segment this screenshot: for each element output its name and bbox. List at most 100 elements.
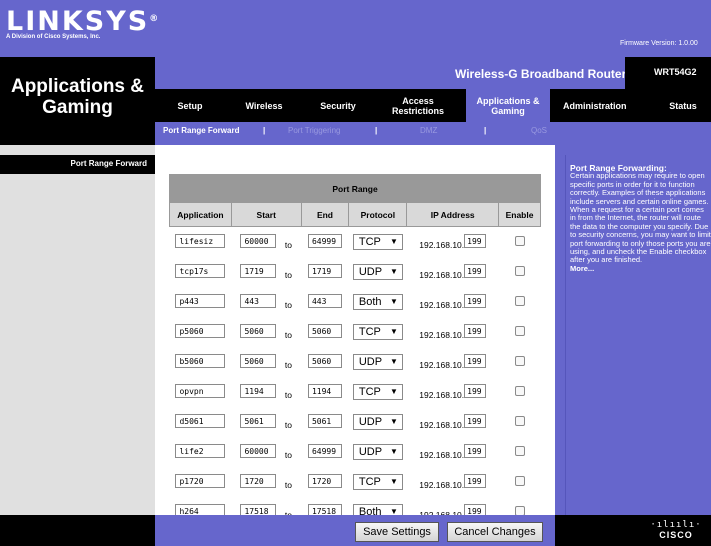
ip-last-octet-input[interactable]: 199 <box>464 443 487 458</box>
ip-last-octet-input[interactable]: 199 <box>464 473 487 488</box>
tab-administration[interactable]: Administration <box>563 89 648 122</box>
start-port-input[interactable]: 60000 <box>240 443 277 458</box>
help-text: Port Range Forwarding: Certain applicati… <box>570 164 711 273</box>
protocol-select[interactable]: UDP ▼ <box>352 413 403 430</box>
end-port-input[interactable]: 1720 <box>307 473 342 488</box>
ip-last-octet-input[interactable]: 199 <box>464 263 487 278</box>
chevron-down-icon: ▼ <box>389 386 398 396</box>
subtab-port-range-forward[interactable]: Port Range Forward <box>163 126 239 135</box>
enable-checkbox[interactable] <box>514 445 525 456</box>
col-ip-address: IP Address <box>406 202 500 227</box>
tab-setup[interactable]: Setup <box>155 89 225 122</box>
ip-prefix: 192.168.10. <box>419 389 465 400</box>
chevron-down-icon: ▼ <box>389 446 398 456</box>
tab-applications-gaming[interactable]: Applications & Gaming <box>466 89 550 122</box>
chevron-down-icon: ▼ <box>389 236 398 246</box>
ip-last-octet-input[interactable]: 199 <box>464 233 487 248</box>
ip-prefix: 192.168.10. <box>419 479 465 490</box>
start-port-input[interactable]: 5061 <box>240 413 277 428</box>
application-name-input[interactable]: tcp17s <box>175 263 226 278</box>
table-row: life2 60000 to 64999 UDP ▼ 192.168.10. 199 <box>169 436 541 467</box>
save-settings-button[interactable]: Save Settings <box>355 522 439 542</box>
tab-security[interactable]: Security <box>303 89 373 122</box>
protocol-select[interactable]: TCP ▼ <box>352 383 403 400</box>
enable-checkbox[interactable] <box>514 325 525 336</box>
enable-checkbox[interactable] <box>514 355 525 366</box>
subtab-dmz[interactable]: DMZ <box>420 126 437 135</box>
chevron-down-icon: ▼ <box>389 416 398 426</box>
table-row: opvpn 1194 to 1194 TCP ▼ 192.168.10. 199 <box>169 376 541 407</box>
application-name-input[interactable]: p1720 <box>175 473 226 488</box>
subtab-port-triggering[interactable]: Port Triggering <box>288 126 340 135</box>
end-port-input[interactable]: 64999 <box>307 443 342 458</box>
application-name-input[interactable]: life2 <box>175 443 226 458</box>
protocol-select[interactable]: TCP ▼ <box>352 233 403 250</box>
protocol-select[interactable]: UDP ▼ <box>352 353 403 370</box>
application-name-input[interactable]: opvpn <box>175 383 226 398</box>
protocol-value: UDP <box>358 265 383 278</box>
ip-last-octet-input[interactable]: 199 <box>464 293 487 308</box>
to-label: to <box>284 239 292 250</box>
col-application: Application <box>169 202 232 227</box>
enable-checkbox[interactable] <box>514 265 525 276</box>
tab-status[interactable]: Status <box>655 89 711 122</box>
application-name-input[interactable]: p443 <box>175 293 226 308</box>
tab-wireless[interactable]: Wireless <box>225 89 303 122</box>
ip-prefix: 192.168.10. <box>419 419 465 430</box>
end-port-input[interactable]: 64999 <box>307 233 342 248</box>
section-title: Applications & Gaming <box>10 76 144 118</box>
end-port-input[interactable]: 443 <box>307 293 342 308</box>
protocol-select[interactable]: UDP ▼ <box>352 443 403 460</box>
cancel-changes-button[interactable]: Cancel Changes <box>447 522 543 542</box>
table-row: lifesiz 60000 to 64999 TCP ▼ 192.168.10. 199 <box>169 226 541 257</box>
enable-checkbox[interactable] <box>514 415 525 426</box>
cisco-bars-icon: ·ılıılı· <box>650 520 702 530</box>
enable-checkbox[interactable] <box>514 505 525 516</box>
to-label: to <box>284 269 292 280</box>
ip-last-octet-input[interactable]: 199 <box>464 323 487 338</box>
table-row: d5061 5061 to 5061 UDP ▼ 192.168.10. 199 <box>169 406 541 437</box>
ip-last-octet-input[interactable]: 199 <box>464 383 487 398</box>
chevron-down-icon: ▼ <box>389 356 398 366</box>
ip-prefix: 192.168.10. <box>419 359 465 370</box>
ip-prefix: 192.168.10. <box>419 239 465 250</box>
col-protocol: Protocol <box>348 202 408 227</box>
enable-checkbox[interactable] <box>514 385 525 396</box>
subtab-qos[interactable]: QoS <box>531 126 547 135</box>
spacer-left <box>0 145 155 155</box>
protocol-select[interactable]: UDP ▼ <box>352 263 403 280</box>
tab-access-restrictions[interactable]: Access Restrictions <box>382 89 454 122</box>
to-label: to <box>284 449 292 460</box>
application-name-input[interactable]: b5060 <box>175 353 226 368</box>
end-port-input[interactable]: 5061 <box>307 413 342 428</box>
enable-checkbox[interactable] <box>514 475 525 486</box>
protocol-value: UDP <box>358 355 383 368</box>
protocol-value: TCP <box>358 385 381 398</box>
protocol-select[interactable]: TCP ▼ <box>352 323 403 340</box>
start-port-input[interactable]: 5060 <box>240 323 277 338</box>
start-port-input[interactable]: 1719 <box>240 263 277 278</box>
application-name-input[interactable]: p5060 <box>175 323 226 338</box>
enable-checkbox[interactable] <box>514 235 525 246</box>
start-port-input[interactable]: 443 <box>240 293 277 308</box>
ip-prefix: 192.168.10. <box>419 299 465 310</box>
end-port-input[interactable]: 5060 <box>307 323 342 338</box>
enable-checkbox[interactable] <box>514 295 525 306</box>
ip-last-octet-input[interactable]: 199 <box>464 353 487 368</box>
end-port-input[interactable]: 5060 <box>307 353 342 368</box>
cisco-wordmark: CISCO <box>659 530 693 540</box>
protocol-select[interactable]: Both ▼ <box>352 293 403 310</box>
help-more-link[interactable]: More... <box>570 264 711 273</box>
start-port-input[interactable]: 5060 <box>240 353 277 368</box>
ip-last-octet-input[interactable]: 199 <box>464 413 487 428</box>
start-port-input[interactable]: 1720 <box>240 473 277 488</box>
protocol-select[interactable]: TCP ▼ <box>352 473 403 490</box>
end-port-input[interactable]: 1194 <box>307 383 342 398</box>
start-port-input[interactable]: 60000 <box>240 233 277 248</box>
application-name-input[interactable]: d5061 <box>175 413 226 428</box>
end-port-input[interactable]: 1719 <box>307 263 342 278</box>
start-port-input[interactable]: 1194 <box>240 383 277 398</box>
to-label: to <box>284 479 292 490</box>
spacer-right <box>555 145 711 155</box>
application-name-input[interactable]: lifesiz <box>175 233 226 248</box>
